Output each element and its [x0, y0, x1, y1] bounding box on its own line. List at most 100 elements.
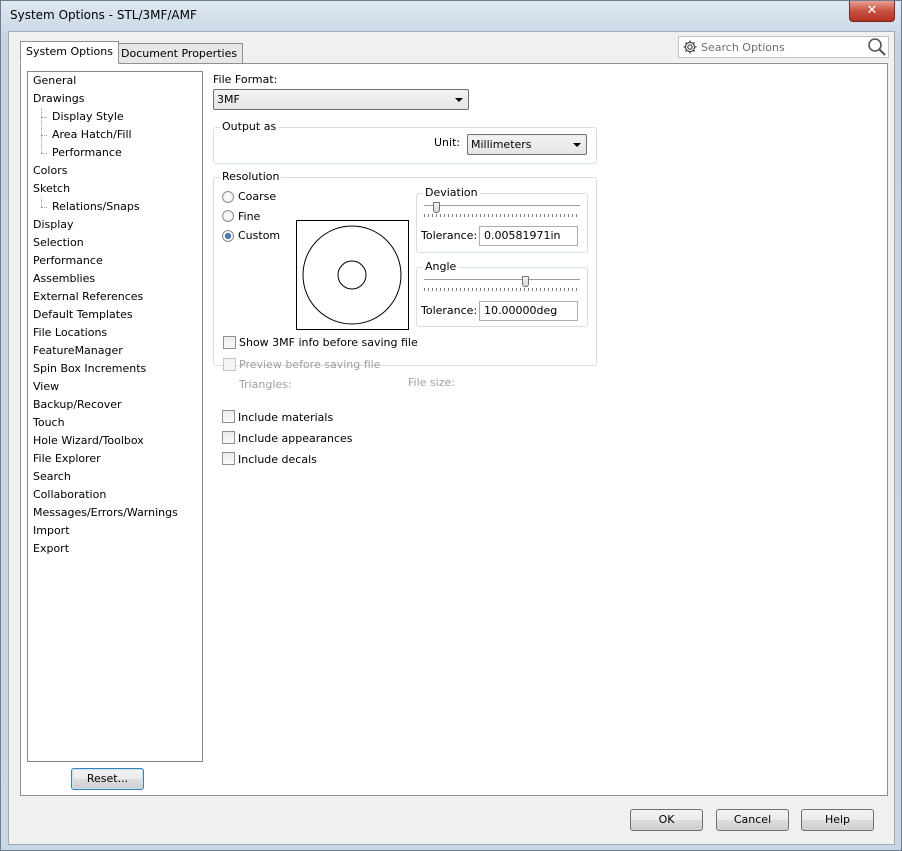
mesh-preview [296, 220, 409, 330]
deviation-tolerance-input[interactable]: 0.00581971in [479, 226, 578, 246]
include-appearances-label: Include appearances [238, 432, 353, 445]
custom-radio[interactable] [222, 230, 234, 242]
gear-icon [683, 40, 697, 54]
tree-item-search[interactable]: Search [33, 470, 71, 483]
tree-connector [41, 153, 47, 154]
tree-item-featuremanager[interactable]: FeatureManager [33, 344, 123, 357]
angle-slider[interactable] [424, 276, 580, 296]
search-options-box[interactable]: Search Options [678, 36, 889, 58]
tree-connector [41, 108, 42, 153]
angle-tolerance-label: Tolerance: [421, 304, 478, 317]
preview-circles-icon [302, 225, 402, 325]
search-icon[interactable] [867, 37, 887, 57]
include-decals-label: Include decals [238, 453, 317, 466]
unit-select[interactable]: Millimeters [467, 134, 587, 155]
slider-ticks [424, 288, 580, 291]
tree-connector [41, 198, 42, 207]
deviation-slider[interactable] [424, 202, 580, 222]
dialog-client-area: System Options Document Properties Searc… [8, 31, 895, 845]
angle-tolerance-input[interactable]: 10.00000deg [479, 301, 578, 321]
close-icon: ✕ [866, 3, 878, 18]
cancel-button[interactable]: Cancel [716, 809, 789, 831]
tree-item-drawings[interactable]: Drawings [33, 92, 84, 105]
coarse-label: Coarse [238, 190, 277, 203]
tree-item-export[interactable]: Export [33, 542, 69, 555]
deviation-tolerance-label: Tolerance: [421, 229, 478, 242]
triangles-label: Triangles: [239, 378, 292, 391]
tree-item-file-explorer[interactable]: File Explorer [33, 452, 101, 465]
chevron-down-icon [573, 143, 581, 147]
deviation-slider-thumb[interactable] [433, 202, 440, 213]
tree-item-spin-box-increments[interactable]: Spin Box Increments [33, 362, 146, 375]
tree-item-display-style[interactable]: Display Style [52, 110, 124, 123]
show-3mf-info-checkbox[interactable] [223, 336, 236, 349]
tree-item-colors[interactable]: Colors [33, 164, 67, 177]
coarse-radio[interactable] [222, 191, 234, 203]
slider-track [424, 279, 580, 281]
tree-item-general[interactable]: General [33, 74, 76, 87]
tree-item-collaboration[interactable]: Collaboration [33, 488, 106, 501]
ok-button[interactable]: OK [630, 809, 703, 831]
include-materials-checkbox[interactable] [222, 410, 235, 423]
tree-connector [41, 117, 47, 118]
slider-track [424, 205, 580, 207]
tree-item-external-references[interactable]: External References [33, 290, 143, 303]
search-input[interactable]: Search Options [701, 41, 785, 54]
deviation-group: Deviation Tolerance: 0.00581971in [416, 186, 588, 253]
unit-label: Unit: [434, 136, 461, 149]
angle-group: Angle Tolerance: 10.00000deg [416, 260, 588, 327]
angle-label: Angle [423, 260, 459, 273]
tree-item-import[interactable]: Import [33, 524, 70, 537]
tree-item-assemblies[interactable]: Assemblies [33, 272, 95, 285]
file-format-value: 3MF [217, 93, 240, 106]
tree-item-sketch[interactable]: Sketch [33, 182, 70, 195]
file-format-label: File Format: [213, 73, 278, 86]
resolution-label: Resolution [220, 170, 282, 183]
tree-item-view[interactable]: View [33, 380, 59, 393]
help-button[interactable]: Help [801, 809, 874, 831]
output-as-group: Output as Unit: Millimeters [213, 120, 597, 164]
tab-label: System Options [26, 45, 113, 58]
reset-button[interactable]: Reset... [71, 768, 144, 790]
close-button[interactable]: ✕ [849, 1, 895, 22]
options-tree[interactable]: General Drawings Display Style Area Hatch/F… [27, 71, 203, 762]
fine-radio[interactable] [222, 210, 234, 222]
tab-system-options[interactable]: System Options [20, 41, 119, 64]
tree-connector [41, 207, 47, 208]
tree-item-area-hatch-fill[interactable]: Area Hatch/Fill [52, 128, 132, 141]
tree-item-messages-errors-warnings[interactable]: Messages/Errors/Warnings [33, 506, 178, 519]
tab-label: Document Properties [121, 47, 238, 60]
tree-item-performance[interactable]: Performance [52, 146, 122, 159]
tree-item-backup-recover[interactable]: Backup/Recover [33, 398, 122, 411]
tree-item-performance[interactable]: Performance [33, 254, 103, 267]
output-as-label: Output as [220, 120, 279, 133]
tree-item-display[interactable]: Display [33, 218, 74, 231]
chevron-down-icon [455, 98, 463, 102]
file-format-select[interactable]: 3MF [213, 89, 469, 110]
tree-item-touch[interactable]: Touch [33, 416, 65, 429]
slider-ticks [424, 214, 580, 217]
file-size-label: File size: [408, 376, 455, 389]
tree-item-hole-wizard-toolbox[interactable]: Hole Wizard/Toolbox [33, 434, 144, 447]
tree-item-relations-snaps[interactable]: Relations/Snaps [52, 200, 140, 213]
include-decals-checkbox[interactable] [222, 452, 235, 465]
fine-label: Fine [238, 210, 261, 223]
show-3mf-info-label: Show 3MF info before saving file [239, 336, 418, 349]
preview-before-saving-checkbox[interactable] [223, 358, 236, 371]
include-materials-label: Include materials [238, 411, 334, 424]
tree-item-default-templates[interactable]: Default Templates [33, 308, 133, 321]
tree-connector [41, 135, 47, 136]
tab-document-properties[interactable]: Document Properties [115, 43, 244, 64]
angle-slider-thumb[interactable] [522, 276, 529, 287]
tree-item-selection[interactable]: Selection [33, 236, 84, 249]
preview-before-saving-label: Preview before saving file [239, 358, 381, 371]
system-options-panel: General Drawings Display Style Area Hatch/F… [20, 63, 888, 796]
title-bar[interactable]: System Options - STL/3MF/AMF ✕ [1, 1, 901, 31]
system-options-dialog: System Options - STL/3MF/AMF ✕ System Op… [0, 0, 902, 851]
custom-label: Custom [238, 229, 281, 242]
deviation-label: Deviation [423, 186, 480, 199]
tree-item-file-locations[interactable]: File Locations [33, 326, 107, 339]
include-appearances-checkbox[interactable] [222, 431, 235, 444]
window-title: System Options - STL/3MF/AMF [10, 8, 197, 22]
unit-value: Millimeters [471, 138, 532, 151]
